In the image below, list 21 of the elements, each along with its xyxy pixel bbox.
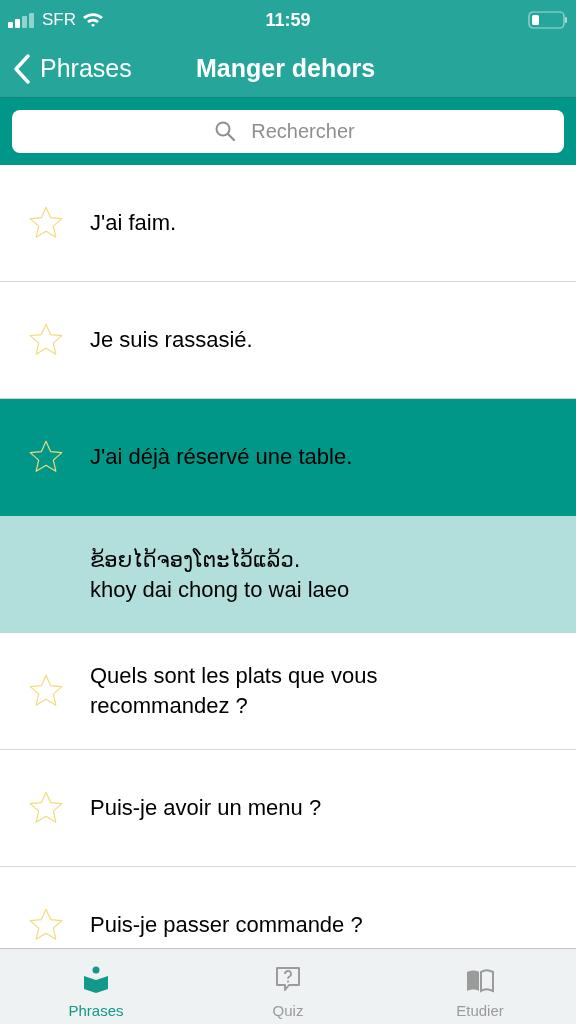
open-book-icon bbox=[466, 967, 494, 994]
lao-text: ຂ້ອຍໄດ້ຈອງໂຕະໄວ້ແລ້ວ. bbox=[90, 546, 302, 574]
question-bubble-icon bbox=[275, 965, 301, 994]
phrase-text: Je suis rassasié. bbox=[90, 326, 253, 354]
phrase-text: Quels sont les plats que vous recommandez ? bbox=[90, 662, 379, 720]
wifi-icon bbox=[82, 12, 104, 28]
carrier-name: SFR bbox=[42, 9, 76, 32]
search-icon bbox=[214, 120, 236, 142]
chevron-left-icon bbox=[12, 52, 32, 85]
romanization-text: khoy dai chong to wai laeo bbox=[90, 575, 351, 604]
phrase-text: Puis-je passer commande ? bbox=[90, 911, 363, 939]
search-field[interactable]: Rechercher bbox=[12, 110, 564, 153]
phrase-row[interactable]: J'ai déjà réservé une table. bbox=[0, 399, 576, 516]
phrase-text: J'ai déjà réservé une table. bbox=[90, 443, 353, 471]
battery-icon bbox=[528, 11, 568, 29]
screen-title: Manger dehors bbox=[196, 52, 376, 84]
reader-book-icon bbox=[83, 965, 109, 994]
phrase-text: J'ai faim. bbox=[90, 209, 177, 237]
signal-icon bbox=[8, 12, 36, 28]
clock-time: 11:59 bbox=[264, 8, 312, 32]
phrase-text: Puis-je avoir un menu ? bbox=[90, 794, 322, 822]
